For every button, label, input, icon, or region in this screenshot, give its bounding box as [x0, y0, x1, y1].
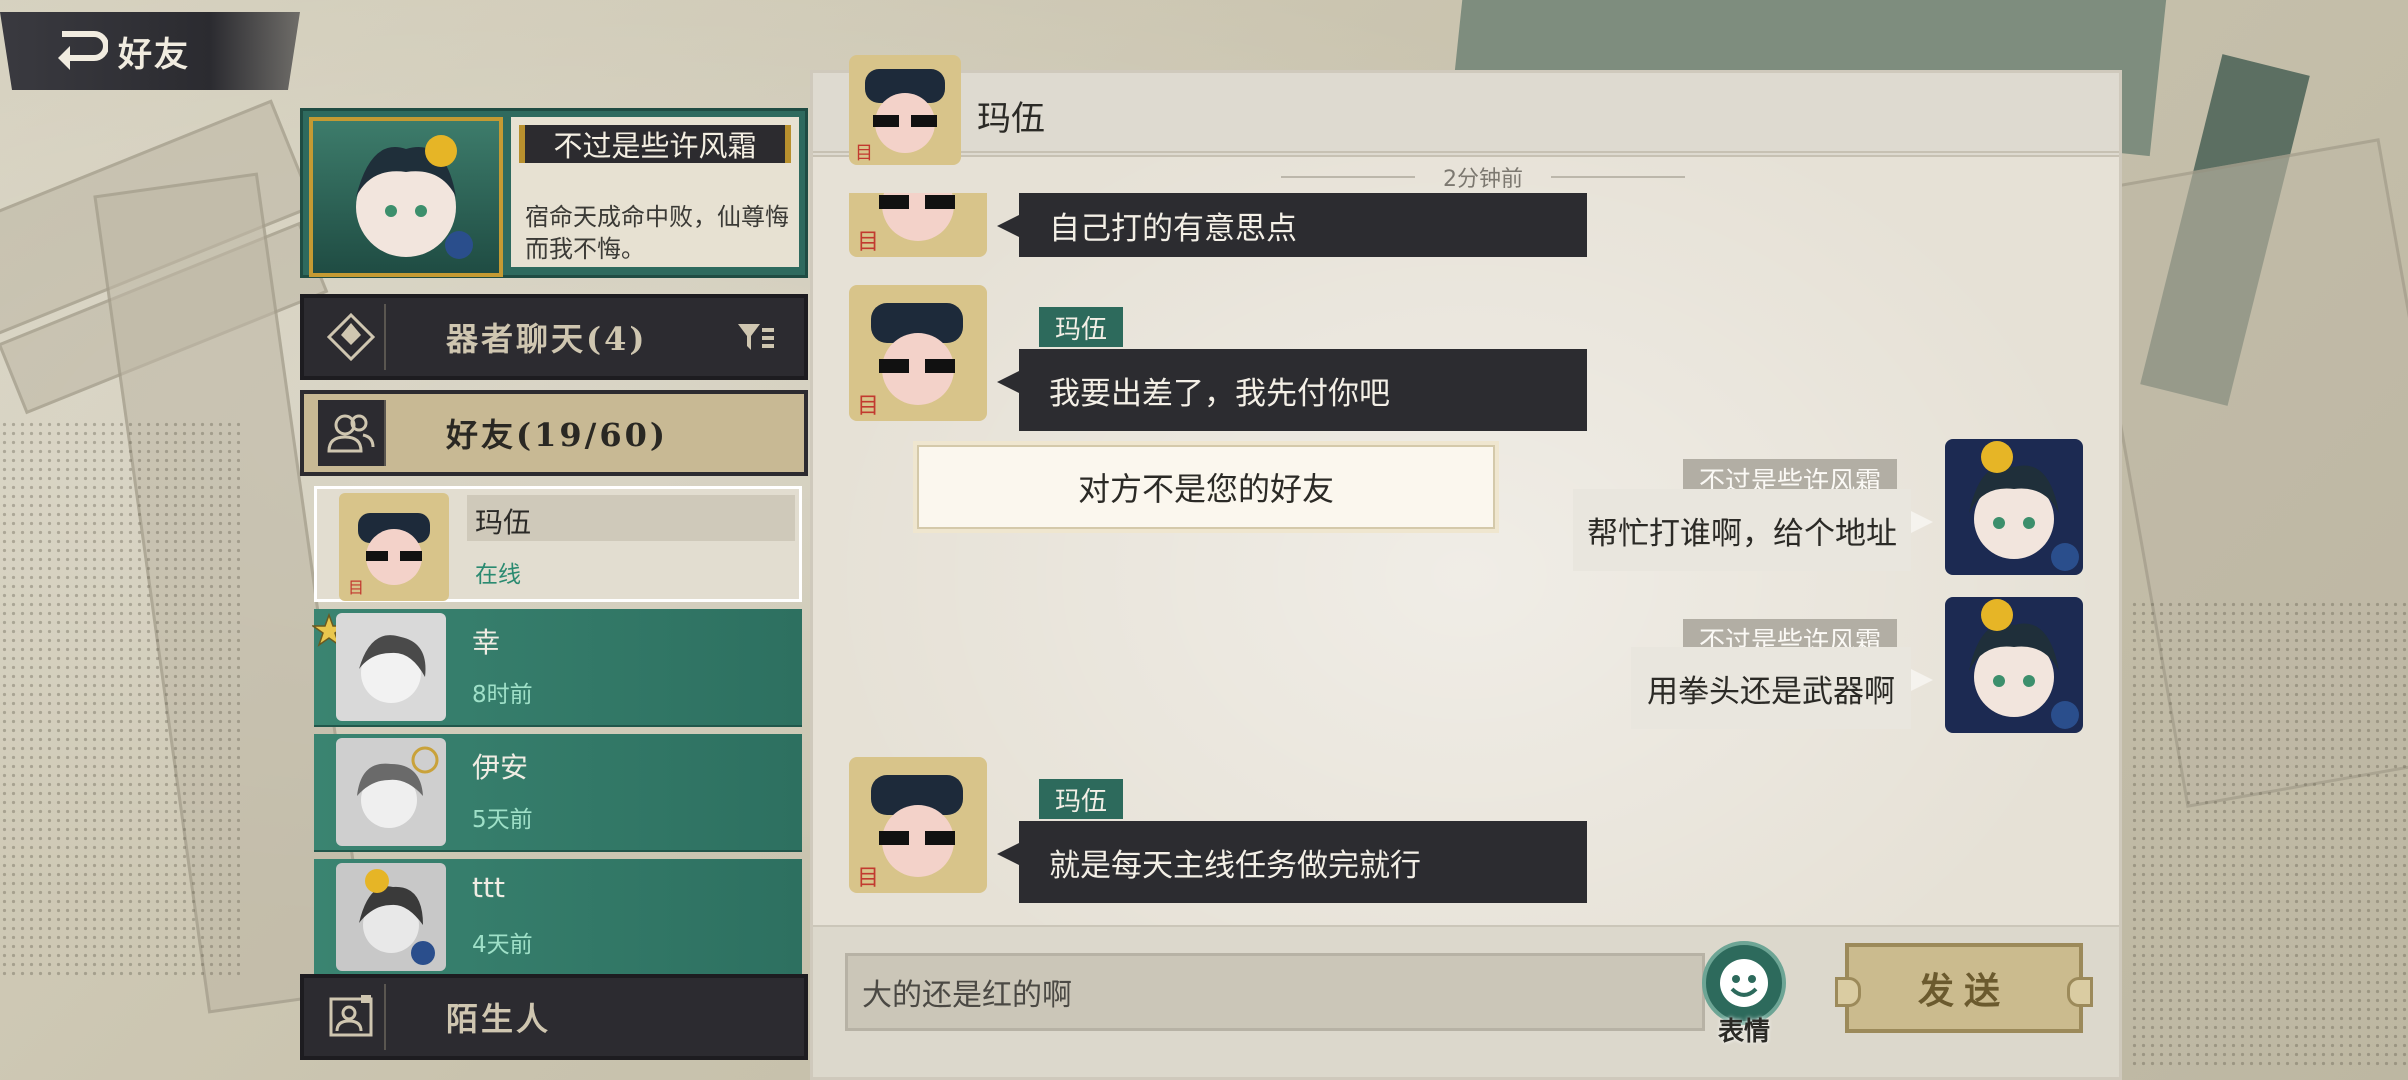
friend-avatar [336, 738, 446, 846]
people-icon [318, 400, 386, 466]
category-tab-friends[interactable]: 好友(19/60) [300, 390, 808, 476]
my-message-avatar[interactable] [1945, 597, 2083, 733]
message-bubble: 我要出差了，我先付你吧 [997, 349, 1587, 431]
friend-name: 幸 [472, 626, 501, 659]
system-notice: 对方不是您的好友 [913, 441, 1499, 533]
chat-header: 目 玛伍 [813, 55, 2119, 165]
friend-item[interactable]: 幸 8时前 [312, 609, 802, 727]
friend-status: 4天前 [472, 932, 533, 958]
svg-text:目: 目 [855, 143, 873, 164]
svg-text:目: 目 [348, 578, 364, 597]
category-tab-strangers[interactable]: 陌生人 [300, 974, 808, 1060]
message-avatar[interactable]: 目 [849, 193, 987, 257]
partner-name: 玛伍 [977, 99, 1045, 139]
filter-icon[interactable] [736, 320, 776, 356]
page-title: 好友 [118, 34, 190, 75]
back-icon[interactable] [54, 24, 108, 78]
friend-status: 在线 [475, 562, 521, 588]
contact-card-icon [318, 984, 386, 1050]
svg-text:目: 目 [857, 230, 879, 255]
friend-avatar: 目 [339, 493, 449, 601]
friend-status: 8时前 [472, 682, 533, 708]
category-tab-group-chat[interactable]: 器者聊天(4) [300, 294, 808, 380]
message-input[interactable] [845, 953, 1705, 1031]
my-avatar[interactable] [309, 117, 503, 277]
friend-item[interactable]: 目 玛伍 在线 [314, 486, 802, 602]
svg-text:目: 目 [857, 394, 879, 419]
message-avatar[interactable]: 目 [849, 757, 987, 893]
friend-avatar [336, 613, 446, 721]
friend-item[interactable]: ttt 4天前 [314, 859, 802, 977]
message-bubble: 自己打的有意思点 [997, 193, 1587, 257]
sender-name-tag: 玛伍 [1039, 307, 1124, 347]
chat-input-bar: 表情 发送 [813, 925, 2119, 1077]
profile-name: 不过是些许风霜 [519, 125, 791, 163]
sender-name-tag: 玛伍 [1039, 779, 1124, 819]
friend-name: ttt [472, 871, 505, 904]
send-button[interactable]: 发送 [1835, 943, 2093, 1033]
category-label: 陌生人 [446, 1000, 552, 1038]
friend-name: 伊安 [472, 751, 529, 784]
message-bubble: 用拳头还是武器啊 [1631, 647, 1933, 729]
timestamp-divider: 2分钟前 [1253, 159, 1713, 195]
friends-panel: 不过是些许风霜 宿命天成命中败，仙尊悔而我不悔。 器者聊天(4) 好友(19/6… [300, 108, 808, 1080]
partner-avatar[interactable]: 目 [849, 55, 961, 165]
category-label: 好友(19/60) [446, 416, 669, 454]
category-label: 器者聊天(4) [446, 320, 648, 358]
friend-name: 玛伍 [475, 506, 532, 539]
friend-avatar [336, 863, 446, 971]
diamond-icon [318, 304, 386, 370]
friend-item[interactable]: 伊安 5天前 [314, 734, 802, 852]
profile-info: 不过是些许风霜 宿命天成命中败，仙尊悔而我不悔。 [511, 117, 799, 267]
chat-panel: 目 玛伍 2分钟前 目 自己打的有意思点 目 玛伍 我要出差了，我先付你吧 对方… [810, 55, 2122, 1080]
my-profile-card[interactable]: 不过是些许风霜 宿命天成命中败，仙尊悔而我不悔。 [300, 108, 808, 278]
friend-status: 5天前 [472, 807, 533, 833]
timestamp-label: 2分钟前 [1443, 167, 1523, 192]
emote-button[interactable]: 表情 [1697, 941, 1791, 1051]
emote-label: 表情 [1717, 1017, 1770, 1047]
my-message-avatar[interactable] [1945, 439, 2083, 575]
svg-text:目: 目 [857, 866, 879, 891]
message-bubble: 帮忙打谁啊，给个地址 [1573, 489, 1933, 571]
message-bubble: 就是每天主线任务做完就行 [997, 821, 1587, 903]
friend-list: 目 玛伍 在线 幸 8时前 伊安 5天前 ttt 4天前 [312, 486, 802, 984]
profile-signature: 宿命天成命中败，仙尊悔而我不悔。 [525, 203, 789, 263]
top-bar: 好友 [0, 12, 300, 90]
message-avatar[interactable]: 目 [849, 285, 987, 421]
